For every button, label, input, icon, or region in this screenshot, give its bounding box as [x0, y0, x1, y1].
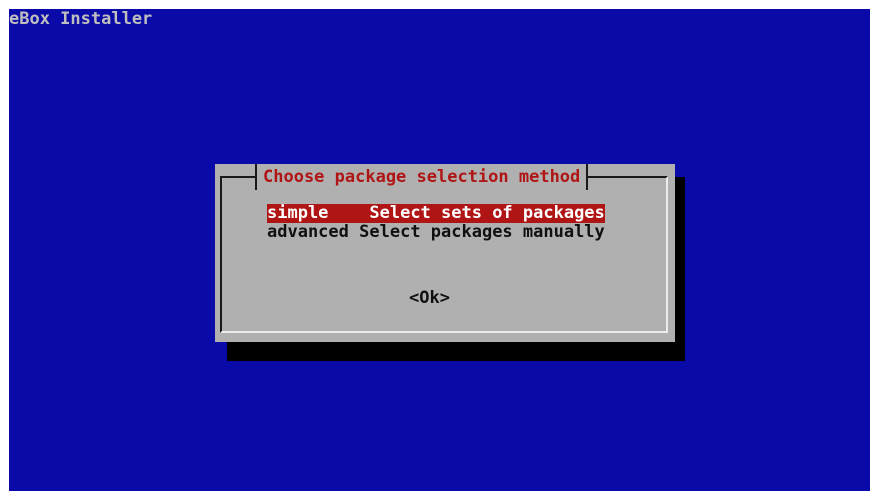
menu-item-simple[interactable]: simple Select sets of packages	[267, 204, 605, 223]
selection-method-menu: simple Select sets of packages advanced …	[267, 204, 605, 242]
installer-screen: eBox Installer Choose package selection …	[9, 9, 870, 491]
menu-item-tag: simple	[267, 203, 349, 223]
dialog-title: Choose package selection method	[255, 164, 589, 190]
menu-item-description: Select sets of packages	[369, 203, 605, 223]
menu-item-tag: advanced	[267, 222, 349, 242]
menu-item-description: Select packages manually	[359, 222, 605, 242]
installer-title: eBox Installer	[9, 9, 153, 29]
ok-button[interactable]: <Ok>	[409, 288, 450, 308]
package-selection-dialog: Choose package selection method simple S…	[215, 164, 675, 342]
menu-item-advanced[interactable]: advanced Select packages manually	[267, 223, 605, 242]
dialog-frame	[220, 176, 668, 333]
